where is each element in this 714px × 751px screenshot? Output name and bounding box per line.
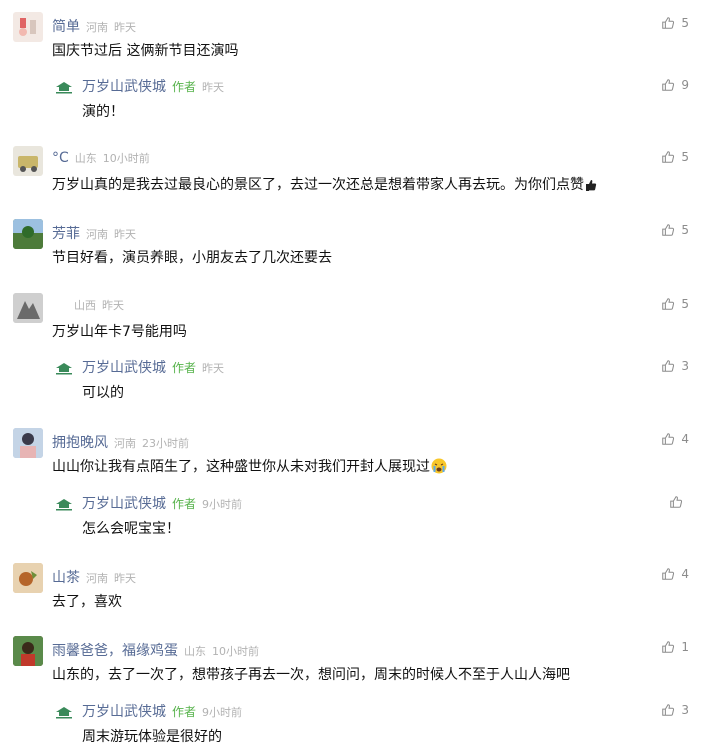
reply-text: 怎么会呢宝宝！	[82, 521, 180, 537]
reply-text: 可以的	[82, 385, 124, 401]
reply-author[interactable]: 万岁山武侠城 作者 昨天	[82, 357, 224, 377]
thumbs-up-icon	[662, 17, 675, 29]
comment-location: 山西	[74, 299, 96, 312]
thumbs-up-emoji-icon	[586, 180, 597, 191]
comment-location: 河南	[114, 437, 136, 450]
reply-text: 演的！	[82, 104, 124, 120]
avatar[interactable]	[13, 428, 43, 458]
comment-author[interactable]: 山茶 河南 昨天	[52, 567, 136, 587]
author-badge: 作者	[172, 497, 197, 511]
avatar[interactable]	[13, 563, 43, 593]
comment-text: 国庆节过后 这俩新节目还演吗	[52, 43, 239, 59]
thumbs-up-icon	[662, 79, 675, 91]
thumbs-up-icon	[662, 360, 675, 372]
reply-author[interactable]: 万岁山武侠城 作者 昨天	[82, 76, 224, 96]
comment-author[interactable]: 简单 河南 昨天	[52, 16, 136, 36]
like-button[interactable]: 3	[661, 703, 689, 717]
like-button[interactable]: 1	[661, 640, 689, 654]
avatar[interactable]	[13, 146, 43, 176]
like-button[interactable]: 3	[661, 359, 689, 373]
like-count: 9	[681, 78, 689, 92]
comment-time: 昨天	[114, 228, 136, 241]
like-button[interactable]: 9	[661, 78, 689, 92]
like-button[interactable]	[669, 495, 689, 509]
brand-logo-icon	[56, 707, 72, 719]
reply-author[interactable]: 万岁山武侠城 作者 9小时前	[82, 701, 242, 721]
like-count: 5	[681, 297, 689, 311]
comment-time: 昨天	[114, 21, 136, 34]
reply-author[interactable]: 万岁山武侠城 作者 9小时前	[82, 493, 242, 513]
author-badge: 作者	[172, 80, 197, 94]
thumbs-up-icon	[662, 224, 675, 236]
comment-author[interactable]: °C 山东 10小时前	[52, 150, 150, 166]
comment-time: 10小时前	[212, 645, 259, 658]
reply-time: 9小时前	[202, 498, 243, 511]
comment-text: 山东的，去了一次了，想带孩子再去一次，想问问，周末的时候人不至于人山人海吧	[52, 667, 570, 683]
comment-text: 万岁山真的是我去过最良心的景区了，去过一次还总是想着带家人再去玩。为你们点赞	[52, 174, 597, 194]
comment-time: 昨天	[114, 572, 136, 585]
like-button[interactable]: 5	[661, 223, 689, 237]
avatar[interactable]	[13, 219, 43, 249]
reply-time: 昨天	[202, 362, 225, 375]
like-count: 4	[681, 567, 689, 581]
reply-time: 9小时前	[202, 706, 243, 719]
like-button[interactable]: 4	[661, 567, 689, 581]
comment-time: 昨天	[102, 299, 124, 312]
brand-logo-icon	[56, 82, 72, 94]
avatar[interactable]	[13, 12, 43, 42]
comment-location: 山东	[184, 645, 206, 658]
thumbs-up-icon	[662, 151, 675, 163]
comment-time: 23小时前	[142, 437, 189, 450]
comment-text: 去了，喜欢	[52, 594, 122, 610]
brand-logo-icon	[56, 363, 72, 375]
author-badge: 作者	[172, 705, 197, 719]
like-count: 5	[681, 223, 689, 237]
comment-location: 河南	[86, 21, 108, 34]
comment-author[interactable]: 雨馨爸爸，福缘鸡蛋 山东 10小时前	[52, 640, 259, 660]
crying-face-emoji-icon	[431, 458, 447, 474]
like-count: 4	[681, 432, 689, 446]
comment-text: 山山你让我有点陌生了，这种盛世你从未对我们开封人展现过	[52, 456, 447, 476]
like-count: 1	[681, 640, 689, 654]
thumbs-up-icon	[662, 641, 675, 653]
like-count: 5	[681, 150, 689, 164]
avatar[interactable]	[13, 636, 43, 666]
comment-location: 河南	[86, 572, 108, 585]
like-count: 3	[681, 703, 689, 717]
thumbs-up-icon	[662, 433, 675, 445]
comment-author[interactable]: 拥抱晚风 河南 23小时前	[52, 432, 189, 452]
like-button[interactable]: 5	[661, 150, 689, 164]
thumbs-up-icon	[662, 298, 675, 310]
reply-time: 昨天	[202, 81, 225, 94]
like-button[interactable]: 4	[661, 432, 689, 446]
reply-text: 周末游玩体验是很好的	[82, 729, 222, 745]
comment-author[interactable]: 芳菲 河南 昨天	[52, 223, 136, 243]
comment-text: 万岁山年卡7号能用吗	[52, 324, 187, 340]
author-badge: 作者	[172, 361, 197, 375]
brand-logo-icon	[56, 499, 72, 511]
like-button[interactable]: 5	[661, 16, 689, 30]
like-button[interactable]: 5	[661, 297, 689, 311]
comment-time: 10小时前	[102, 152, 150, 165]
comment-author[interactable]: 山西 昨天	[52, 297, 124, 313]
avatar[interactable]	[13, 293, 43, 323]
thumbs-up-icon	[662, 704, 675, 716]
thumbs-up-icon	[670, 496, 683, 508]
like-count: 5	[681, 16, 689, 30]
thumbs-up-icon	[662, 568, 675, 580]
comment-text: 节目好看，演员养眼，小朋友去了几次还要去	[52, 250, 332, 266]
like-count: 3	[681, 359, 689, 373]
comment-location: 山东	[74, 152, 97, 165]
comment-location: 河南	[86, 228, 108, 241]
